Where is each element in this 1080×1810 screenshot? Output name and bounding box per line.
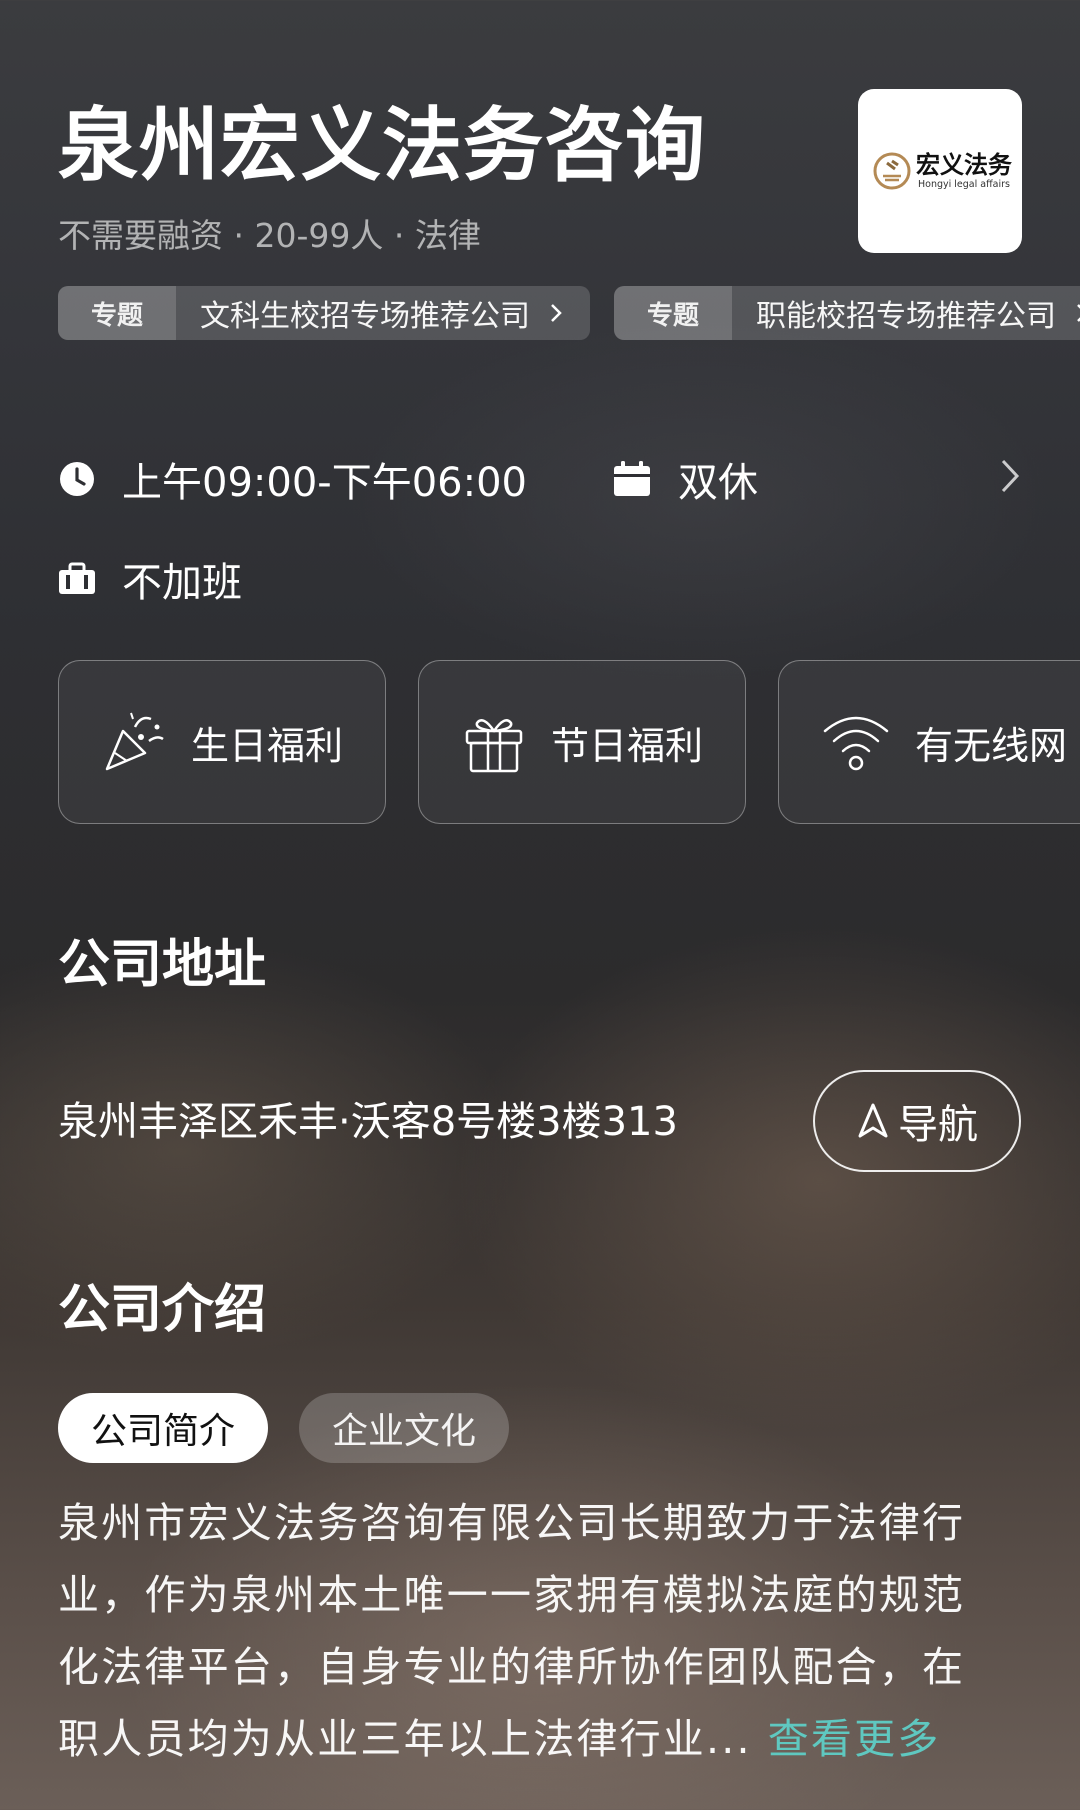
intro-section-title: 公司介绍 — [58, 1280, 267, 1340]
overtime-text: 不加班 — [122, 560, 242, 606]
intro-line: 职人员均为从业三年以上法律行业... — [58, 1715, 752, 1763]
topic-chip-2[interactable]: 专题 职能校招专场推荐公司 — [614, 286, 1080, 340]
intro-line: 化法律平台，自身专业的律所协作团队配合，在 — [58, 1643, 966, 1691]
party-popper-icon — [105, 712, 164, 771]
topic-tag: 专题 — [614, 286, 732, 340]
company-name: 泉州宏义法务咨询 — [58, 99, 706, 192]
navigate-label: 导航 — [898, 1102, 978, 1148]
benefit-card-birthday[interactable]: 生日福利 — [58, 660, 386, 824]
tab-company-profile[interactable]: 公司简介 — [58, 1393, 268, 1463]
calendar-icon — [614, 461, 650, 496]
navigation-arrow-icon — [858, 1103, 888, 1138]
benefit-label: 有无线网 — [915, 723, 1068, 768]
chevron-right-icon — [1077, 304, 1080, 322]
overtime: 不加班 — [58, 550, 242, 608]
work-hours-text: 上午09:00-下午06:00 — [122, 460, 527, 506]
logo-subtext: Hongyi legal affairs — [918, 179, 1010, 190]
company-intro-text: 泉州市宏义法务咨询有限公司长期致力于法律行 业，作为泉州本土唯一一家拥有模拟法庭… — [58, 1487, 1026, 1775]
topic-tag: 专题 — [58, 286, 176, 340]
topic-text: 职能校招专场推荐公司 — [756, 299, 1056, 334]
intro-line-last: 职人员均为从业三年以上法律行业... 查看更多 — [58, 1703, 1026, 1775]
intro-line: 泉州市宏义法务咨询有限公司长期致力于法律行 — [58, 1499, 966, 1547]
company-address: 泉州丰泽区禾丰·沃客8号楼3楼313 — [58, 1099, 678, 1145]
rest-days: 双休 — [612, 450, 758, 508]
tab-company-culture[interactable]: 企业文化 — [299, 1393, 509, 1463]
benefit-card-wifi[interactable]: 有无线网 — [778, 660, 1080, 824]
logo-text: 宏义法务 — [916, 151, 1012, 179]
benefit-label: 节日福利 — [551, 723, 704, 768]
address-section-title: 公司地址 — [58, 935, 267, 995]
topic-chip-1[interactable]: 专题 文科生校招专场推荐公司 — [58, 286, 590, 340]
gavel-logo-icon — [873, 152, 911, 190]
navigate-button[interactable]: 导航 — [813, 1070, 1021, 1172]
intro-line: 业，作为泉州本土唯一一家拥有模拟法庭的规范 — [58, 1571, 966, 1619]
benefit-card-holiday[interactable]: 节日福利 — [418, 660, 746, 824]
view-more-link[interactable]: 查看更多 — [768, 1715, 941, 1763]
company-meta: 不需要融资 · 20-99人 · 法律 — [58, 216, 481, 255]
wifi-icon — [823, 716, 889, 771]
work-info-chevron-icon[interactable] — [998, 458, 1022, 494]
clock-icon — [60, 462, 94, 496]
rest-days-text: 双休 — [678, 460, 758, 506]
chevron-right-icon — [551, 304, 562, 322]
company-logo[interactable]: 宏义法务 Hongyi legal affairs — [858, 89, 1022, 253]
benefit-label: 生日福利 — [191, 723, 344, 768]
work-hours: 上午09:00-下午06:00 — [58, 450, 527, 508]
gift-icon — [465, 719, 523, 773]
topic-text: 文科生校招专场推荐公司 — [200, 299, 530, 334]
briefcase-icon — [59, 562, 95, 594]
